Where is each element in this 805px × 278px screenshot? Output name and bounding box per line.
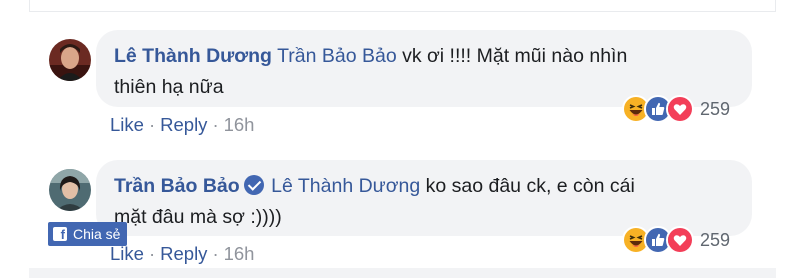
- comment-text-line1: ko sao đâu ck, e còn cái: [420, 175, 635, 197]
- comment-text-line2: mặt đâu mà sợ :)))): [114, 206, 282, 228]
- like-button[interactable]: Like: [110, 114, 144, 135]
- comment-actions: Like · Reply · 16h: [110, 243, 254, 265]
- love-icon: [666, 95, 694, 123]
- comment-mention[interactable]: Lê Thành Dương: [271, 175, 420, 197]
- verified-badge-icon: [243, 175, 264, 195]
- comment-author[interactable]: Lê Thành Dương: [114, 45, 272, 67]
- reaction-count: 259: [700, 229, 731, 250]
- facebook-icon: f: [53, 227, 67, 241]
- like-button[interactable]: Like: [110, 243, 144, 264]
- share-label: Chia sẻ: [73, 226, 121, 242]
- comment-text-line1: vk ơi !!!! Mặt mũi nào nhìn: [396, 45, 628, 67]
- reply-button[interactable]: Reply: [160, 243, 207, 264]
- action-separator: ·: [212, 114, 219, 135]
- action-separator: ·: [148, 243, 156, 264]
- card-top-edge: [29, 0, 776, 12]
- reply-button[interactable]: Reply: [160, 114, 207, 135]
- avatar[interactable]: [49, 169, 91, 211]
- comment-timestamp[interactable]: 16h: [224, 114, 255, 135]
- card-bottom-edge: [29, 268, 776, 278]
- reactions-summary[interactable]: 259: [622, 94, 730, 124]
- comment-actions: Like · Reply · 16h: [110, 114, 254, 136]
- reaction-count: 259: [700, 98, 731, 119]
- comment-text-line2: thiên hạ nữa: [114, 76, 224, 98]
- comment-mention[interactable]: Trần Bảo Bảo: [277, 45, 397, 67]
- action-separator: ·: [212, 243, 219, 264]
- action-separator: ·: [148, 114, 156, 135]
- share-button[interactable]: f Chia sẻ: [48, 222, 127, 246]
- love-icon: [666, 226, 694, 254]
- comment-author[interactable]: Trần Bảo Bảo: [114, 175, 240, 197]
- comment-timestamp[interactable]: 16h: [224, 243, 255, 264]
- reactions-summary[interactable]: 259: [622, 225, 730, 255]
- avatar[interactable]: [49, 39, 91, 81]
